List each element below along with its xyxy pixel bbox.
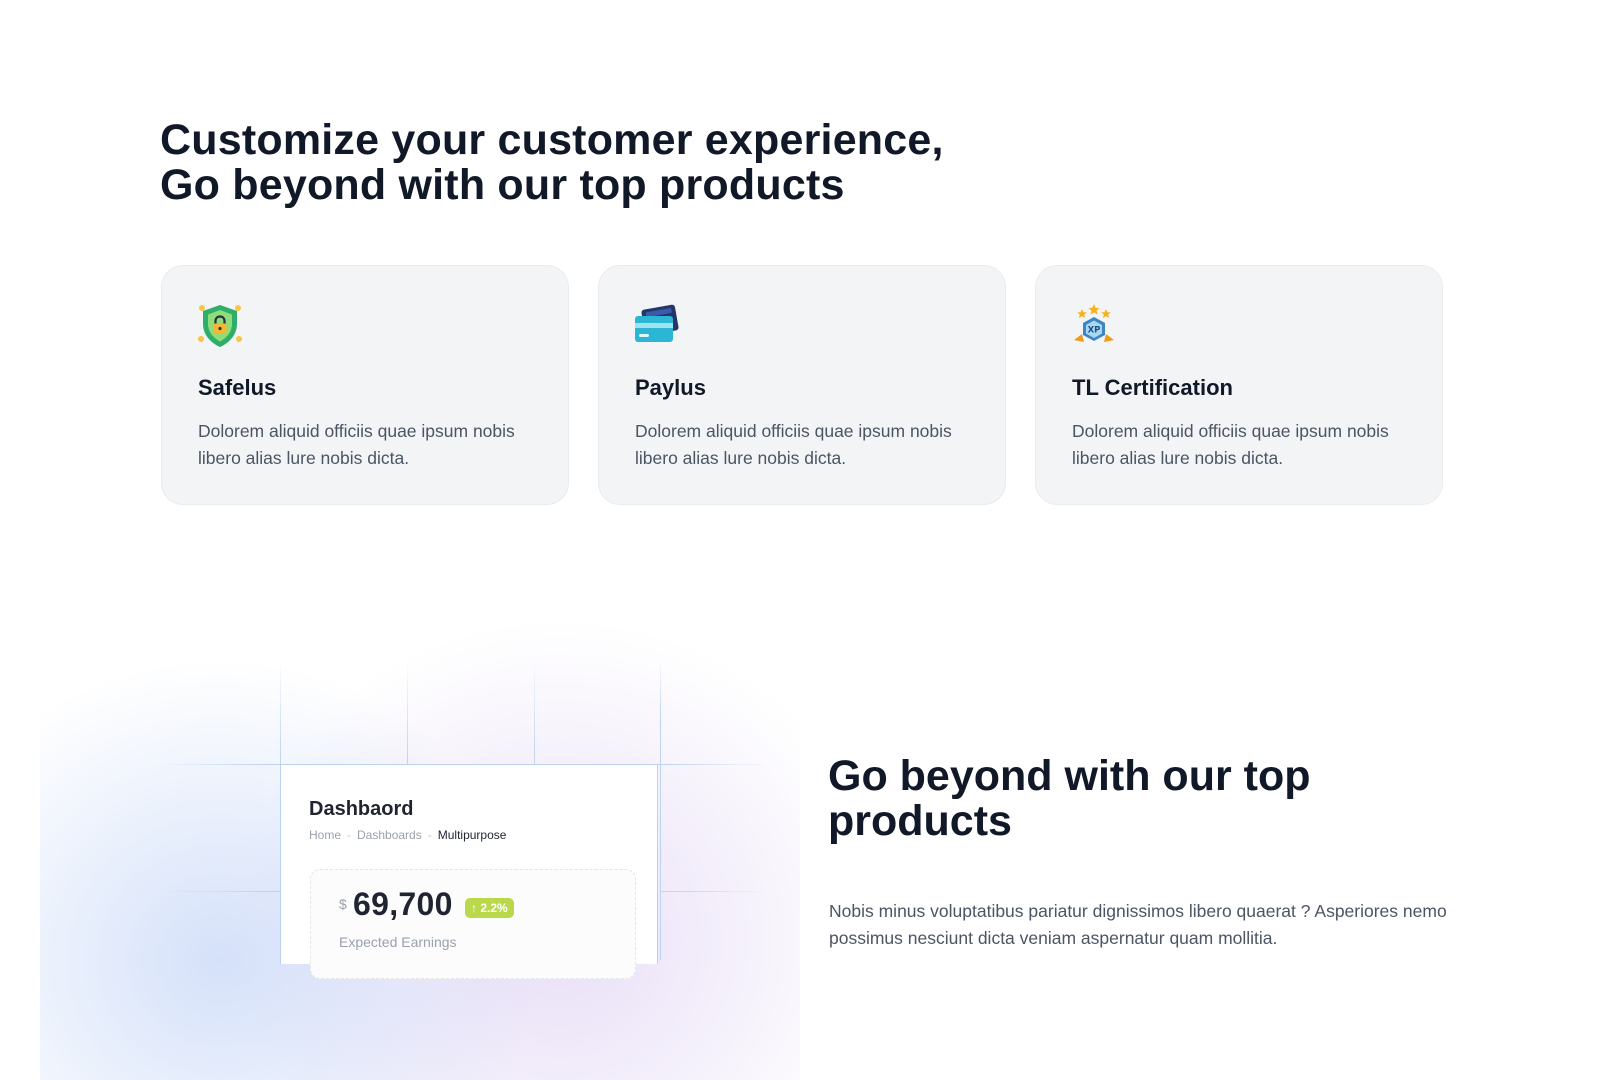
feature-card-tl-certification[interactable]: XP TL Certification Dolorem aliquid offi…: [1035, 265, 1443, 505]
feature-card-paylus[interactable]: Paylus Dolorem aliquid officiis quae ips…: [598, 265, 1006, 505]
breadcrumb-separator: -: [427, 828, 432, 842]
xp-badge-icon: XP: [1070, 302, 1118, 350]
earnings-value: 69,700: [353, 886, 453, 922]
dashboard-title: Dashbaord: [309, 798, 414, 820]
currency-symbol: $: [339, 896, 347, 912]
breadcrumb-separator: -: [347, 828, 352, 842]
earnings-change-badge: ↑ 2.2%: [465, 898, 514, 918]
grid-line: [280, 660, 281, 764]
grid-line: [160, 891, 280, 892]
dashboard-preview: Dashbaord Home - Dashboards - Multipurpose $…: [280, 764, 658, 979]
feature-card-safelus[interactable]: Safelus Dolorem aliquid officiis quae ip…: [161, 265, 569, 505]
svg-text:XP: XP: [1088, 326, 1101, 336]
feature-description: Dolorem aliquid officiis quae ipsum nobi…: [1072, 421, 1389, 468]
feature-title: TL Certification: [1072, 375, 1233, 400]
shield-lock-icon: [196, 302, 244, 350]
grid-line: [407, 660, 408, 764]
breadcrumb-current: Multipurpose: [437, 828, 507, 842]
breadcrumb-home[interactable]: Home: [309, 828, 341, 842]
feature-title: Paylus: [635, 375, 706, 400]
earnings-card: $ 69,700 ↑ 2.2% Expected Earnings: [310, 869, 636, 979]
feature-title: Safelus: [198, 375, 277, 400]
section-headline: Customize your customer experience, Go b…: [160, 116, 944, 209]
breadcrumb-dashboards[interactable]: Dashboards: [357, 828, 422, 842]
grid-line: [534, 660, 535, 764]
section-description: Nobis minus voluptatibus pariatur dignis…: [829, 901, 1447, 948]
grid-line: [660, 891, 770, 892]
feature-description: Dolorem aliquid officiis quae ipsum nobi…: [198, 421, 515, 468]
section-title: Go beyond with our top products: [828, 752, 1311, 845]
grid-line: [660, 660, 661, 960]
feature-description: Dolorem aliquid officiis quae ipsum nobi…: [635, 421, 952, 468]
credit-card-icon: [633, 302, 681, 350]
breadcrumb: Home - Dashboards - Multipurpose: [309, 828, 506, 842]
earnings-label: Expected Earnings: [339, 934, 457, 950]
